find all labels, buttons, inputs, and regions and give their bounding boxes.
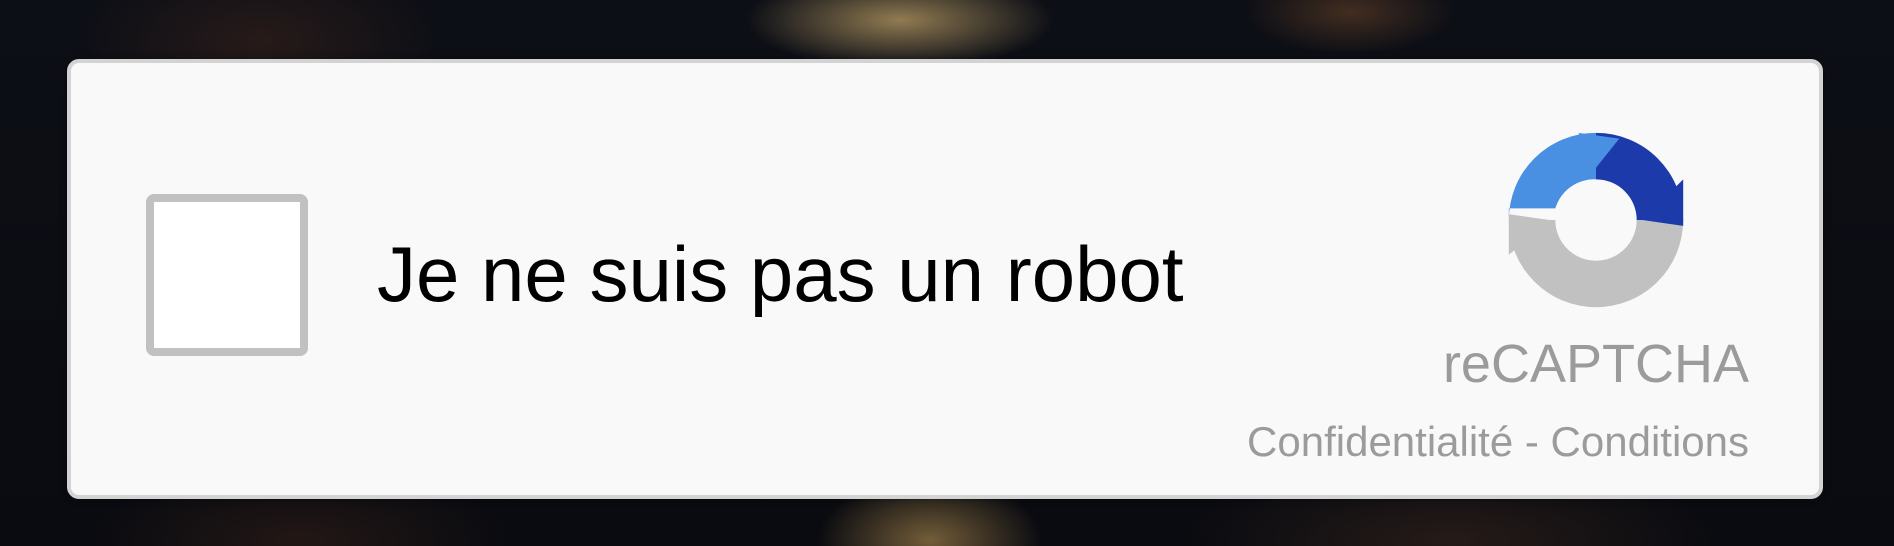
recaptcha-brand: reCAPTCHA: [1442, 334, 1749, 394]
recaptcha-widget: Je ne suis pas un robot reCAPTCHA Confid…: [67, 59, 1823, 499]
link-separator: -: [1513, 418, 1551, 465]
terms-link[interactable]: Conditions: [1551, 418, 1749, 465]
footer-links: Confidentialité - Conditions: [1247, 417, 1749, 467]
privacy-link[interactable]: Confidentialité: [1247, 418, 1513, 465]
not-a-robot-checkbox[interactable]: [146, 194, 308, 356]
checkbox-label: Je ne suis pas un robot: [377, 230, 1184, 318]
recaptcha-logo-icon: [1508, 132, 1684, 308]
